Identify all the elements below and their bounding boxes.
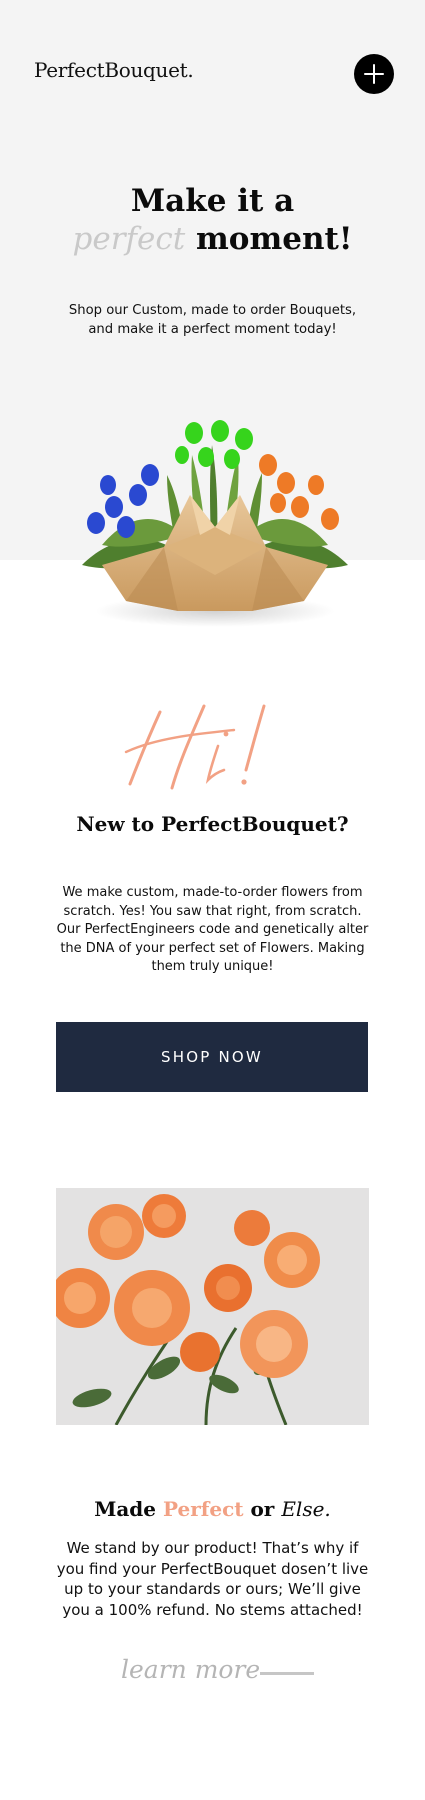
site-logo[interactable]: PerfectBouquet.	[34, 58, 194, 82]
guarantee-body: We stand by our product! That’s why if y…	[56, 1539, 369, 1619]
guarantee-title-or: or	[250, 1497, 275, 1521]
hero-title-rest: moment!	[195, 221, 353, 257]
hero-subtitle: Shop our Custom, made to order Bouquets,…	[68, 303, 357, 337]
guarantee-title: Made Perfect or Else.	[0, 1497, 425, 1521]
hero-accent-word: perfect	[72, 221, 186, 257]
guarantee-title-made: Made	[94, 1497, 157, 1521]
intro-title: New to PerfectBouquet?	[76, 812, 349, 836]
intro-body: We make custom, made-to-order flowers fr…	[56, 885, 369, 974]
guarantee-title-else: Else.	[281, 1497, 331, 1521]
guarantee-title-perfect: Perfect	[162, 1497, 244, 1521]
bouquet-image	[82, 420, 348, 627]
learn-more-line	[260, 1672, 314, 1675]
roses-photo	[56, 1188, 369, 1425]
shop-now-button[interactable]: SHOP NOW	[56, 1022, 368, 1092]
hero-title-line1: Make it a	[130, 183, 295, 219]
menu-button[interactable]	[354, 54, 394, 94]
hero-title-line2: perfect moment!	[0, 220, 425, 258]
hi-greeting	[124, 704, 266, 790]
learn-more-link[interactable]: learn more	[121, 1655, 260, 1684]
